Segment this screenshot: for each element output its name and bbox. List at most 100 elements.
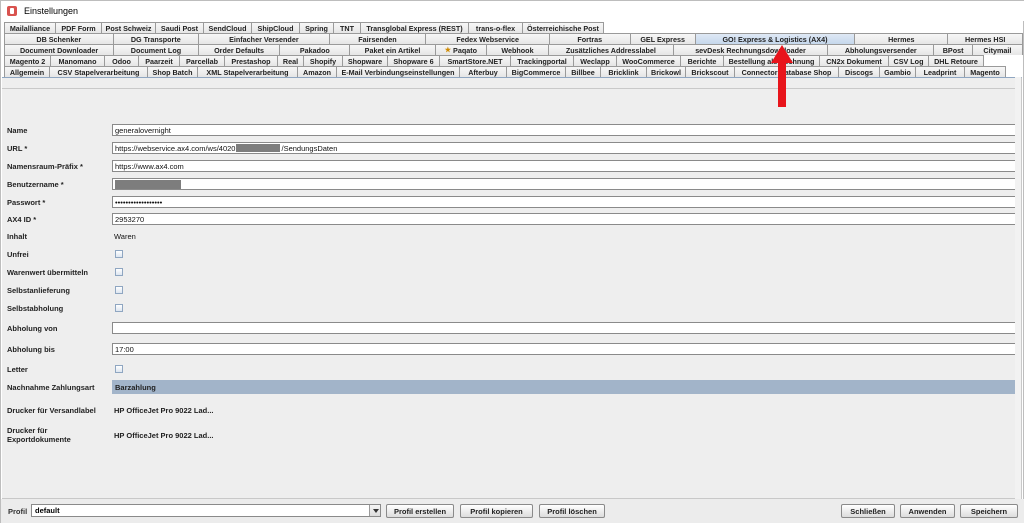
tab-fortras[interactable]: Fortras	[549, 33, 631, 44]
tab-label: Shopify	[309, 56, 337, 66]
tab-manomano[interactable]: Manomano	[50, 55, 105, 66]
tab-paqato[interactable]: ★ Paqato	[434, 44, 487, 55]
profil-kopieren-button[interactable]: Profil kopieren	[460, 504, 533, 518]
tab-document-log[interactable]: Document Log	[113, 44, 199, 55]
selbstabholung-checkbox[interactable]	[115, 304, 123, 312]
tab-sevdesk-rechnungsdownloader[interactable]: sevDesk Rechnungsdownloader	[672, 44, 829, 55]
title-bar: Einstellungen	[1, 1, 1024, 21]
tab-allgemein[interactable]: Allgemein	[4, 66, 50, 77]
tab-hermes[interactable]: Hermes	[854, 33, 949, 44]
tab-einfacher-versender[interactable]: Einfacher Versender	[198, 33, 330, 44]
tab-webhook[interactable]: Webhook	[485, 44, 549, 55]
tab-bricklink[interactable]: Bricklink	[600, 66, 647, 77]
anwenden-button[interactable]: Anwenden	[900, 504, 955, 518]
tab-paket-ein-artikel[interactable]: Paket ein Artikel	[349, 44, 436, 55]
schliessen-button[interactable]: Schließen	[841, 504, 895, 518]
tab-amazon[interactable]: Amazon	[297, 66, 337, 77]
tab-label: Parcellab	[186, 56, 218, 66]
tab-trackingportal[interactable]: Trackingportal	[510, 55, 574, 66]
tab-fairsenden[interactable]: Fairsenden	[328, 33, 427, 44]
tab-shopify[interactable]: Shopify	[303, 55, 343, 66]
tab-smartstore-net[interactable]: SmartStore.NET	[439, 55, 511, 66]
warenwert-checkbox[interactable]	[115, 268, 123, 276]
abholung-bis-input[interactable]: 17:00	[112, 343, 1021, 355]
tab-prestashop[interactable]: Prestashop	[224, 55, 278, 66]
tab-pdf-form[interactable]: PDF Form	[55, 22, 102, 33]
tab-abholungsversender[interactable]: Abholungsversender	[827, 44, 935, 55]
tab-odoo[interactable]: Odoo	[104, 55, 139, 66]
name-input[interactable]: generalovernight	[112, 124, 1021, 136]
tab-dhl-retoure[interactable]: DHL Retoure	[928, 55, 984, 66]
tab-csv-log[interactable]: CSV Log	[888, 55, 929, 66]
tab-post-schweiz[interactable]: Post Schweiz	[101, 22, 156, 33]
url-input[interactable]: https://webservice.ax4.com/ws/4020/Sendu…	[112, 142, 1021, 154]
tab-bpost[interactable]: BPost	[933, 44, 973, 55]
tab-weclapp[interactable]: Weclapp	[573, 55, 617, 66]
nachnahme-select[interactable]: Barzahlung	[112, 380, 1021, 394]
username-input[interactable]	[112, 178, 1021, 190]
tab-brickowl[interactable]: Brickowl	[646, 66, 686, 77]
tab-shopware[interactable]: Shopware	[342, 55, 388, 66]
tab-sendcloud[interactable]: SendCloud	[203, 22, 252, 33]
abholung-von-input[interactable]	[112, 322, 1021, 334]
tab-magento-2[interactable]: Magento 2	[4, 55, 51, 66]
tab-zusätzliches-addresslabel[interactable]: Zusätzliches Addresslabel	[547, 44, 674, 55]
tab-label: Shopware 6	[393, 56, 434, 66]
ax4-id-input[interactable]: 2953270	[112, 213, 1021, 225]
tab-shopware-6[interactable]: Shopware 6	[387, 55, 440, 66]
drucker-export-selector[interactable]: HP OfficeJet Pro 9022 Lad...	[114, 431, 214, 440]
tab-billbee[interactable]: Billbee	[565, 66, 601, 77]
unfrei-checkbox[interactable]	[115, 250, 123, 258]
profil-loeschen-button[interactable]: Profil löschen	[539, 504, 605, 518]
tab-gel-express[interactable]: GEL Express	[629, 33, 696, 44]
tab-e-mail-verbindungseinstellungen[interactable]: E-Mail Verbindungseinstellungen	[336, 66, 460, 77]
tab-xml-stapelverarbeitung[interactable]: XML Stapelverarbeitung	[197, 66, 298, 77]
namespace-input[interactable]: https://www.ax4.com	[112, 160, 1021, 172]
tab-mailalliance[interactable]: Mailalliance	[4, 22, 56, 33]
tab-label: BigCommerce	[511, 67, 561, 77]
profil-select[interactable]: default	[31, 504, 381, 517]
tab-pakadoo[interactable]: Pakadoo	[279, 44, 351, 55]
tab-brickscout[interactable]: Brickscout	[685, 66, 735, 77]
tab-paarzeit[interactable]: Paarzeit	[138, 55, 180, 66]
tab-berichte[interactable]: Berichte	[680, 55, 724, 66]
tab-tnt[interactable]: TNT	[333, 22, 361, 33]
tab-spring[interactable]: Spring	[299, 22, 334, 33]
password-input[interactable]: ••••••••••••••••••	[112, 196, 1021, 208]
tab-cn2x-dokument[interactable]: CN2x Dokument	[819, 55, 889, 66]
tab-citymail[interactable]: Citymail	[971, 44, 1023, 55]
letter-checkbox[interactable]	[115, 365, 123, 373]
profil-erstellen-button[interactable]: Profil erstellen	[386, 504, 454, 518]
vertical-scrollbar[interactable]	[1015, 77, 1021, 499]
tab-transglobal-express-rest[interactable]: Transglobal Express (REST)	[360, 22, 469, 33]
tab-saudi-post[interactable]: Saudi Post	[155, 22, 204, 33]
chevron-down-icon[interactable]	[369, 505, 380, 516]
drucker-versand-selector[interactable]: HP OfficeJet Pro 9022 Lad...	[114, 406, 214, 415]
tab-order-defaults[interactable]: Order Defaults	[197, 44, 281, 55]
tab-db-schenker[interactable]: DB Schenker	[4, 33, 114, 44]
tab-leadprint[interactable]: Leadprint	[915, 66, 965, 77]
tab-document-downloader[interactable]: Document Downloader	[4, 44, 115, 55]
tab-csv-stapelverarbeitung[interactable]: CSV Stapelverarbeitung	[49, 66, 148, 77]
tab-fedex-webservice[interactable]: Fedex Webservice	[425, 33, 551, 44]
speichern-button[interactable]: Speichern	[960, 504, 1018, 518]
tab-magento[interactable]: Magento	[964, 66, 1006, 77]
tab-discogs[interactable]: Discogs	[838, 66, 880, 77]
tab-real[interactable]: Real	[277, 55, 304, 66]
tab-label: Brickscout	[691, 67, 729, 77]
tab-trans-o-flex[interactable]: trans-o-flex	[468, 22, 523, 33]
tab-afterbuy[interactable]: Afterbuy	[459, 66, 507, 77]
tab-dg-transporte[interactable]: DG Transporte	[112, 33, 200, 44]
tab-shop-batch[interactable]: Shop Batch	[147, 66, 198, 77]
tab-label: Billbee	[571, 67, 595, 77]
tab-shipcloud[interactable]: ShipCloud	[251, 22, 300, 33]
tab-parcellab[interactable]: Parcellab	[179, 55, 225, 66]
tab-österreichische-post[interactable]: Österreichische Post	[522, 22, 604, 33]
tab-bigcommerce[interactable]: BigCommerce	[506, 66, 566, 77]
tab-hermes-hsi[interactable]: Hermes HSI	[947, 33, 1023, 44]
tab-gambio[interactable]: Gambio	[879, 66, 916, 77]
tab-label: Amazon	[303, 67, 331, 77]
selbstanlieferung-checkbox[interactable]	[115, 286, 123, 294]
tab-go-express-logistics-ax4[interactable]: GO! Express & Logistics (AX4)	[694, 33, 856, 44]
tab-woocommerce[interactable]: WooCommerce	[616, 55, 681, 66]
